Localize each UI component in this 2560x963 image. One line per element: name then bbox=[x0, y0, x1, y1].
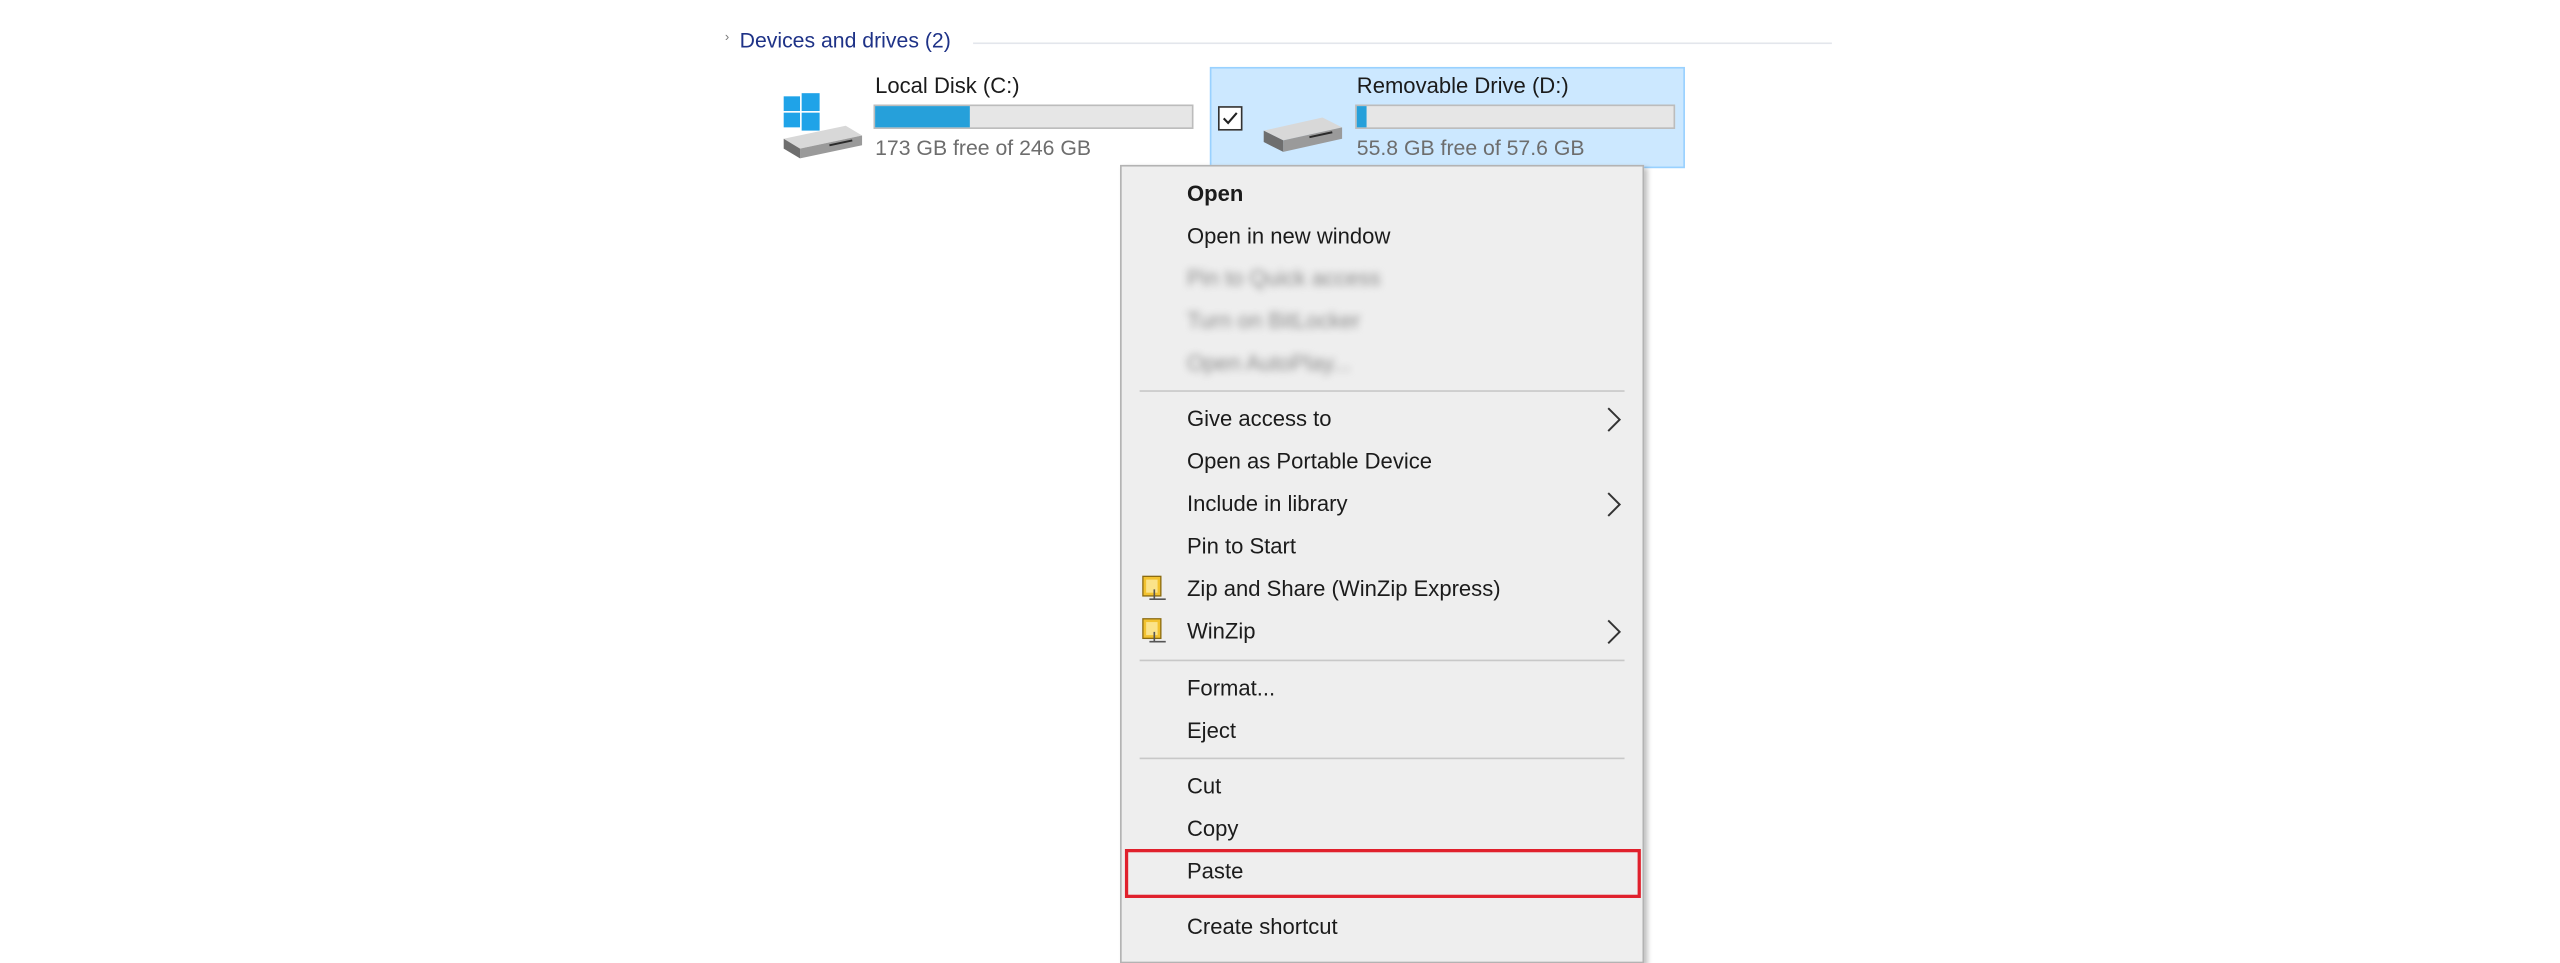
chevron-right-icon bbox=[1607, 407, 1622, 432]
menu-item-open-new-window[interactable]: Open in new window bbox=[1187, 224, 1390, 248]
menu-item-copy[interactable]: Copy bbox=[1187, 816, 1238, 840]
menu-item-bitlocker[interactable]: Turn on BitLocker bbox=[1187, 309, 1360, 333]
explorer-view: › Devices and drives (2) Local Disk (C:)… bbox=[0, 0, 2560, 963]
menu-item-eject[interactable]: Eject bbox=[1187, 718, 1236, 742]
chevron-right-icon bbox=[1607, 619, 1622, 644]
menu-item-cut[interactable]: Cut bbox=[1187, 774, 1221, 798]
menu-item-zip-share[interactable]: Zip and Share (WinZip Express) bbox=[1187, 576, 1501, 600]
menu-item-create-shortcut[interactable]: Create shortcut bbox=[1187, 914, 1338, 938]
menu-item-include-library[interactable]: Include in library bbox=[1187, 491, 1347, 515]
menu-separator bbox=[1139, 659, 1625, 662]
collapse-chevron-icon[interactable]: › bbox=[725, 29, 729, 44]
menu-separator bbox=[1139, 390, 1625, 392]
drive-name-c: Local Disk (C:) bbox=[875, 73, 1020, 98]
removable-drive-icon bbox=[1263, 117, 1343, 152]
menu-item-pin-start[interactable]: Pin to Start bbox=[1187, 534, 1296, 558]
menu-item-pin-quick-access[interactable]: Pin to Quick access bbox=[1187, 266, 1381, 290]
winzip-icon bbox=[1142, 618, 1166, 643]
menu-item-autoplay[interactable]: Open AutoPlay... bbox=[1187, 351, 1351, 375]
drive-usage-fill-d bbox=[1356, 106, 1367, 128]
check-icon bbox=[1222, 112, 1238, 125]
drive-free-space-d: 55.8 GB free of 57.6 GB bbox=[1356, 135, 1585, 161]
chevron-right-icon bbox=[1607, 492, 1622, 517]
menu-item-open[interactable]: Open bbox=[1187, 181, 1243, 205]
select-checkbox[interactable] bbox=[1217, 106, 1243, 131]
menu-separator bbox=[1139, 757, 1625, 760]
context-menu: Open Open in new window Pin to Quick acc… bbox=[1120, 164, 1645, 963]
drive-usage-bar-c bbox=[873, 104, 1194, 129]
windows-drive-icon bbox=[783, 93, 863, 159]
drive-usage-fill-c bbox=[875, 106, 971, 128]
drive-free-space-c: 173 GB free of 246 GB bbox=[875, 135, 1092, 161]
drive-usage-bar-d bbox=[1355, 104, 1676, 129]
section-divider bbox=[973, 42, 1832, 45]
winzip-icon bbox=[1142, 575, 1166, 601]
menu-item-open-portable[interactable]: Open as Portable Device bbox=[1187, 449, 1432, 473]
menu-item-give-access[interactable]: Give access to bbox=[1187, 407, 1332, 431]
menu-item-paste[interactable]: Paste bbox=[1187, 859, 1243, 883]
drive-name-d: Removable Drive (D:) bbox=[1356, 73, 1569, 98]
menu-item-format[interactable]: Format... bbox=[1187, 676, 1275, 700]
section-title[interactable]: Devices and drives (2) bbox=[740, 28, 951, 52]
menu-item-winzip[interactable]: WinZip bbox=[1187, 619, 1256, 643]
